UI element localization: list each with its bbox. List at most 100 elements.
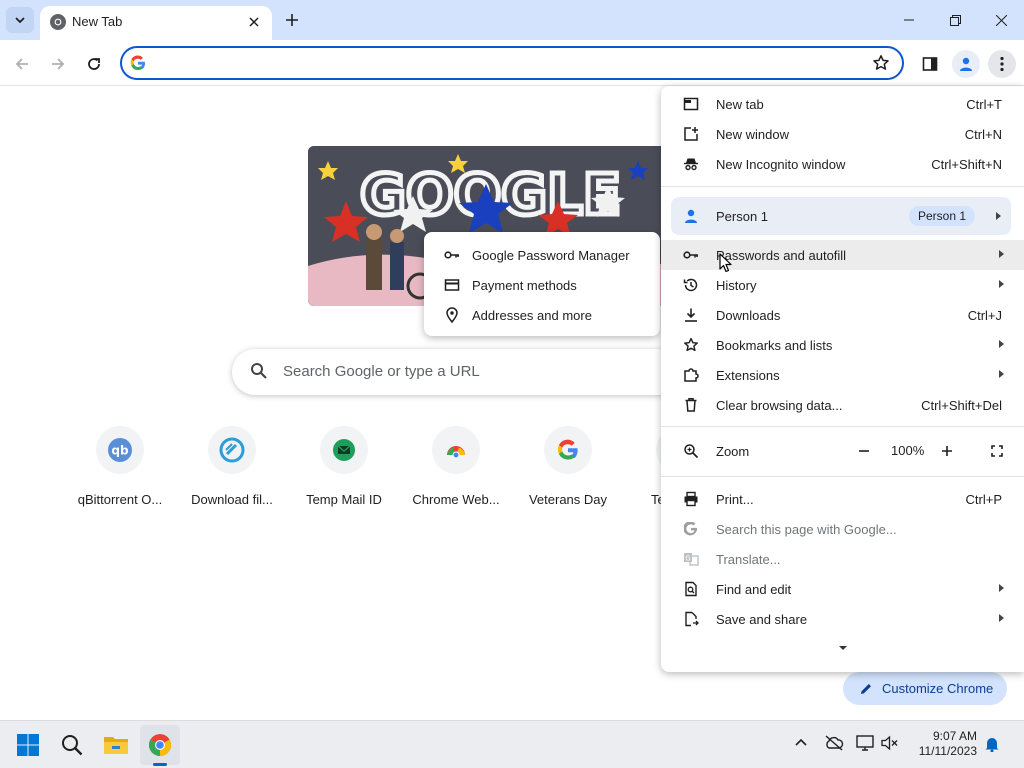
menu-item-passwords-autofill[interactable]: Passwords and autofill <box>661 240 1024 270</box>
menu-item-new-window[interactable]: New window Ctrl+N <box>661 119 1024 149</box>
menu-item-label: Extensions <box>716 368 780 383</box>
search-icon <box>62 735 83 756</box>
menu-divider <box>661 476 1024 477</box>
search-icon <box>250 362 268 380</box>
zoom-icon <box>683 443 699 459</box>
tab-close-button[interactable] <box>244 12 264 32</box>
menu-item-history[interactable]: History <box>661 270 1024 300</box>
menu-item-payment-methods[interactable]: Payment methods <box>424 270 660 300</box>
chevron-right-icon <box>999 280 1004 288</box>
menu-item-label: Downloads <box>716 308 781 323</box>
shortcut-tile[interactable]: Temp Mail ID <box>288 426 400 516</box>
speaker-muted-icon <box>881 735 898 751</box>
back-button[interactable] <box>8 50 36 78</box>
chrome-taskbar-button[interactable] <box>140 725 180 765</box>
menu-item-label: Google Password Manager <box>472 248 630 263</box>
shortcut-tile[interactable]: Veterans Day <box>512 426 624 516</box>
tab-title: New Tab <box>72 14 123 29</box>
volume-button[interactable] <box>881 735 899 751</box>
new-tab-button[interactable] <box>280 8 304 32</box>
cloud-status-button[interactable] <box>824 735 844 751</box>
menu-item-translate[interactable]: G Translate... <box>661 544 1024 574</box>
shortcut-label: Download fil... <box>191 492 273 507</box>
temp-mail-icon <box>333 439 355 461</box>
menu-item-bookmarks[interactable]: Bookmarks and lists <box>661 330 1024 360</box>
menu-item-downloads[interactable]: Downloads Ctrl+J <box>661 300 1024 330</box>
new-window-icon <box>683 126 699 142</box>
side-panel-icon <box>922 57 938 71</box>
menu-item-new-tab[interactable]: New tab Ctrl+T <box>661 89 1024 119</box>
menu-item-person[interactable]: Person 1 Person 1 <box>671 197 1011 235</box>
menu-item-label: Clear browsing data... <box>716 398 843 413</box>
restore-button[interactable] <box>932 0 978 40</box>
tab-new-tab[interactable]: New Tab <box>40 6 272 40</box>
menu-item-label: Zoom <box>716 444 750 459</box>
restore-icon <box>949 14 961 26</box>
zoom-level: 100% <box>891 443 925 458</box>
toolbar <box>0 40 1024 86</box>
tab-search-button[interactable] <box>6 7 34 33</box>
address-input[interactable] <box>156 53 856 73</box>
chrome-main-menu: New tab Ctrl+T New window Ctrl+N New Inc… <box>661 86 1024 672</box>
shortcut-label: Chrome Web... <box>412 492 500 507</box>
find-page-icon <box>683 581 699 597</box>
menu-item-label: Passwords and autofill <box>716 248 847 263</box>
network-button[interactable] <box>856 735 874 751</box>
plus-icon <box>286 14 298 26</box>
zoom-out-button[interactable] <box>850 437 878 465</box>
menu-item-label: Search this page with Google... <box>716 522 897 537</box>
menu-item-zoom: Zoom 100% <box>661 428 1024 474</box>
shortcut-tile[interactable]: qb qBittorrent O... <box>64 426 176 516</box>
minimize-button[interactable] <box>886 0 932 40</box>
profile-badge: Person 1 <box>908 206 975 226</box>
menu-item-new-incognito[interactable]: New Incognito window Ctrl+Shift+N <box>661 149 1024 179</box>
shortcut-tile[interactable]: Chrome Web... <box>400 426 512 516</box>
file-explorer-button[interactable] <box>96 725 136 765</box>
menu-item-clear-data[interactable]: Clear browsing data... Ctrl+Shift+Del <box>661 390 1024 420</box>
chevron-right-icon <box>999 250 1004 258</box>
show-hidden-icons-button[interactable] <box>794 735 808 749</box>
chrome-menu-button[interactable] <box>988 50 1016 78</box>
menu-item-extensions[interactable]: Extensions <box>661 360 1024 390</box>
fullscreen-button[interactable] <box>982 437 1012 465</box>
close-window-button[interactable] <box>978 0 1024 40</box>
menu-item-password-manager[interactable]: Google Password Manager <box>424 240 660 270</box>
forward-button[interactable] <box>44 50 72 78</box>
scroll-down-arrow-icon[interactable] <box>839 646 847 650</box>
menu-item-addresses[interactable]: Addresses and more <box>424 300 660 330</box>
taskbar-search-button[interactable] <box>52 725 92 765</box>
location-pin-icon <box>444 307 460 323</box>
svg-text:qb: qb <box>111 444 129 458</box>
trash-icon <box>683 397 699 413</box>
menu-item-shortcut: Ctrl+Shift+N <box>931 157 1002 172</box>
address-bar[interactable] <box>120 46 904 80</box>
menu-item-label: Bookmarks and lists <box>716 338 833 353</box>
svg-text:G: G <box>685 555 690 563</box>
reload-button[interactable] <box>80 50 108 78</box>
download-site-icon <box>219 437 245 463</box>
plus-icon <box>942 446 952 456</box>
menu-item-label: Person 1 <box>716 209 769 224</box>
profile-button[interactable] <box>952 50 980 78</box>
customize-chrome-button[interactable]: Customize Chrome <box>843 672 1007 705</box>
menu-divider <box>661 186 1024 187</box>
passwords-submenu: Google Password Manager Payment methods … <box>424 232 660 336</box>
menu-item-search-page[interactable]: Search this page with Google... <box>661 514 1024 544</box>
google-g-icon <box>130 55 146 71</box>
menu-item-label: Payment methods <box>472 278 577 293</box>
pencil-icon <box>861 683 871 694</box>
menu-item-print[interactable]: Print... Ctrl+P <box>661 484 1024 514</box>
shortcut-tile[interactable]: Download fil... <box>176 426 288 516</box>
notifications-button[interactable] <box>984 736 1000 752</box>
download-icon <box>683 307 699 323</box>
menu-item-save-share[interactable]: Save and share <box>661 604 1024 634</box>
side-panel-button[interactable] <box>916 50 944 78</box>
start-button[interactable] <box>8 725 48 765</box>
menu-item-find-edit[interactable]: Find and edit <box>661 574 1024 604</box>
zoom-in-button[interactable] <box>933 437 961 465</box>
bookmark-star-icon[interactable] <box>872 54 890 72</box>
customize-chrome-label: Customize Chrome <box>882 681 994 696</box>
taskbar-clock[interactable]: 9:07 AM 11/11/2023 <box>919 729 977 759</box>
shortcut-tile[interactable]: Te <box>624 426 661 516</box>
menu-item-shortcut: Ctrl+T <box>966 97 1002 112</box>
